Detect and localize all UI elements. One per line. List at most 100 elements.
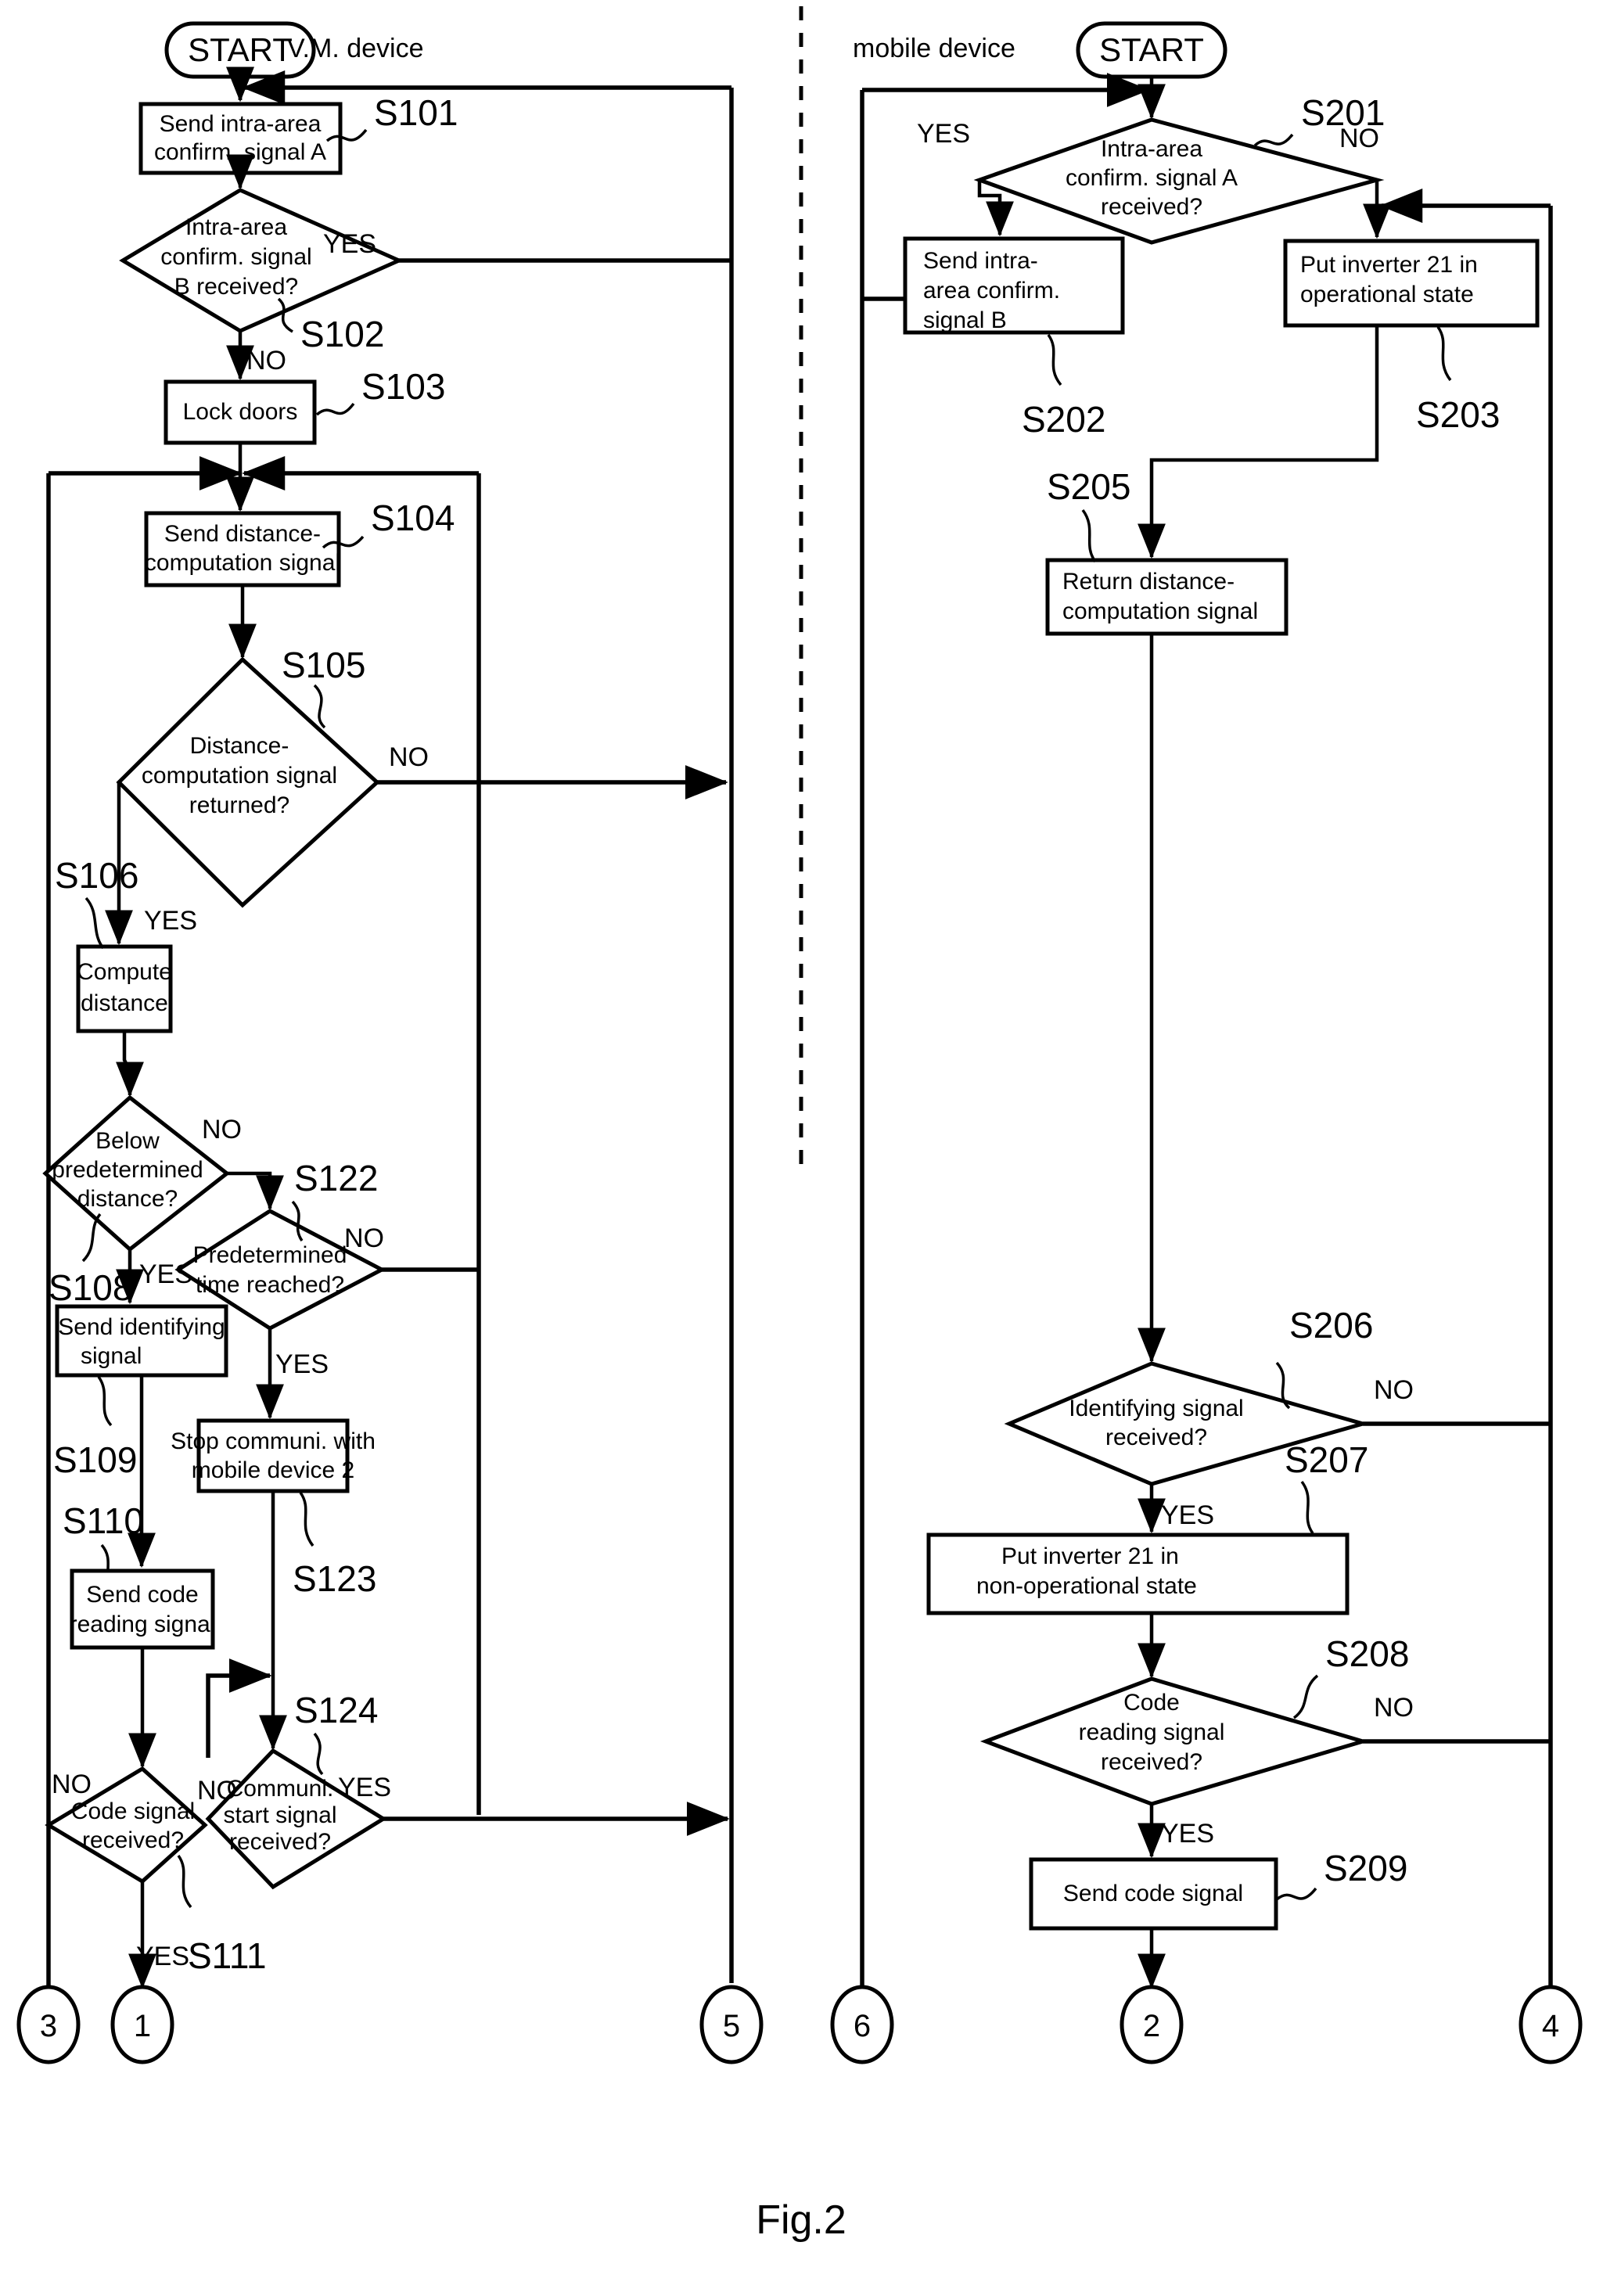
label-s105-no: NO [389,742,429,772]
label-s102-yes: YES [323,229,376,259]
node-s122-line1: Predetermined [193,1242,347,1268]
connector-5-label: 5 [723,2009,740,2043]
label-s206-yes: YES [1161,1500,1214,1530]
node-s206-line1: Identifying signal [1069,1396,1243,1421]
leader-s208 [1292,1674,1319,1719]
node-s111-line2: received? [82,1827,184,1853]
leader-s124 [313,1732,324,1776]
connector-1-label: 1 [134,2009,151,2043]
right-start-label: START [1099,31,1204,68]
label-s201-yes: YES [917,119,970,149]
node-s106-line2: distance [81,990,168,1016]
node-s105-line2: computation signal [142,763,337,789]
node-s207-line1: Put inverter 21 in [1001,1543,1179,1569]
tag-s110: S110 [63,1500,144,1541]
node-s208-line3: received? [1101,1749,1202,1775]
left-lane-label: V.M. device [287,34,424,63]
label-s107-no: NO [202,1115,242,1144]
edge-s124-no-loop [206,1658,272,1758]
tag-s122: S122 [294,1158,378,1198]
leader-s205 [1081,508,1097,563]
node-s105-line1: Distance- [190,733,289,759]
left-start-label: START [188,31,293,68]
node-s203-line1: Put inverter 21 in [1300,252,1478,278]
node-s124-line1: Communi. [227,1776,334,1802]
node-s107-line3: distance? [77,1186,178,1212]
node-s104-line1: Send distance- [164,521,321,547]
leader-s201 [1253,133,1294,147]
node-s101-line1: Send intra-area [160,111,322,137]
label-s102-no: NO [246,346,286,375]
label-s208-no: NO [1374,1693,1414,1723]
node-s110-line1: Send code [86,1582,198,1608]
connector-6-label: 6 [854,2009,871,2043]
node-s104-line2: computation signal [145,550,340,576]
node-s124-line3: received? [229,1829,331,1855]
node-s201-line3: received? [1101,194,1202,220]
node-s106-line1: Compute [77,959,172,985]
edge-s107-no-to-s122 [227,1171,284,1211]
label-s201-no: NO [1339,124,1379,153]
tag-s109: S109 [53,1439,137,1480]
label-s206-no: NO [1374,1375,1414,1405]
node-s110-line2: reading signal [70,1612,216,1637]
tag-s111: S111 [188,1935,267,1976]
tag-s202: S202 [1022,399,1105,440]
node-s209-line1: Send code signal [1063,1881,1243,1906]
node-s111-line1: Code signal [71,1798,195,1824]
node-s122-line2: time reached? [196,1272,344,1298]
node-s123-line1: Stop communi. with [171,1428,376,1454]
right-lane-label: mobile device [853,34,1015,63]
edge-s203-to-s205 [1138,325,1379,559]
node-s107-line1: Below [95,1128,160,1154]
label-s124-no: NO [197,1776,237,1806]
leader-s106 [84,896,105,950]
tag-s123: S123 [293,1558,376,1599]
node-s201-line2: confirm. signal A [1066,165,1238,191]
node-s102-line2: confirm. signal [160,244,311,270]
node-s124-line2: start signal [223,1802,336,1828]
node-s205-line1: Return distance- [1062,569,1235,595]
tag-s107: S108 [49,1267,132,1308]
edge-s106-to-s107 [116,1031,144,1098]
node-s109-line2: signal [81,1343,142,1369]
tag-s203: S203 [1416,394,1500,435]
node-s101-line2: confirm. signal A [154,139,326,165]
leader-s209 [1275,1887,1317,1901]
leader-s123 [299,1491,314,1547]
node-s107-line2: predetermined [52,1157,203,1183]
label-s124-yes: YES [338,1773,391,1802]
node-s109-line1: Send identifying [58,1314,225,1340]
tag-s207: S207 [1285,1439,1368,1480]
flowchart-svg: START V.M. device Send intra-area confir… [16,6,1583,2243]
leader-s111 [177,1854,192,1909]
node-s105-line3: returned? [189,792,289,818]
node-s208-line2: reading signal [1079,1719,1225,1745]
node-s103-line1: Lock doors [183,399,298,425]
node-s202-line2: area confirm. [923,278,1060,304]
node-s102-line3: B received? [174,274,298,300]
label-s105-yes: YES [144,906,197,936]
leader-s103 [315,402,355,416]
tag-s206: S206 [1289,1305,1373,1346]
node-s201-line1: Intra-area [1101,136,1202,162]
node-s207-line2: non-operational state [976,1573,1197,1599]
node-s206-line2: received? [1105,1425,1207,1450]
tag-s106: S106 [55,855,138,896]
tag-s103: S103 [361,366,445,407]
leader-s105 [313,684,326,729]
connector-3-label: 3 [40,2009,57,2043]
label-s122-yes: YES [275,1349,329,1379]
figure-caption: Fig.2 [756,2197,846,2243]
tag-s209: S209 [1324,1848,1407,1888]
node-s203-line2: operational state [1300,282,1474,307]
leader-s203 [1436,325,1452,382]
label-s122-no: NO [344,1223,384,1253]
leader-s109 [97,1375,113,1427]
leader-s207 [1300,1480,1314,1535]
connector-4-label: 4 [1542,2009,1559,2043]
label-s111-no: NO [52,1770,92,1799]
node-s123-line2: mobile device 2 [192,1457,354,1483]
figure-canvas: START V.M. device Send intra-area confir… [0,0,1603,2296]
tag-s101: S101 [374,92,458,133]
